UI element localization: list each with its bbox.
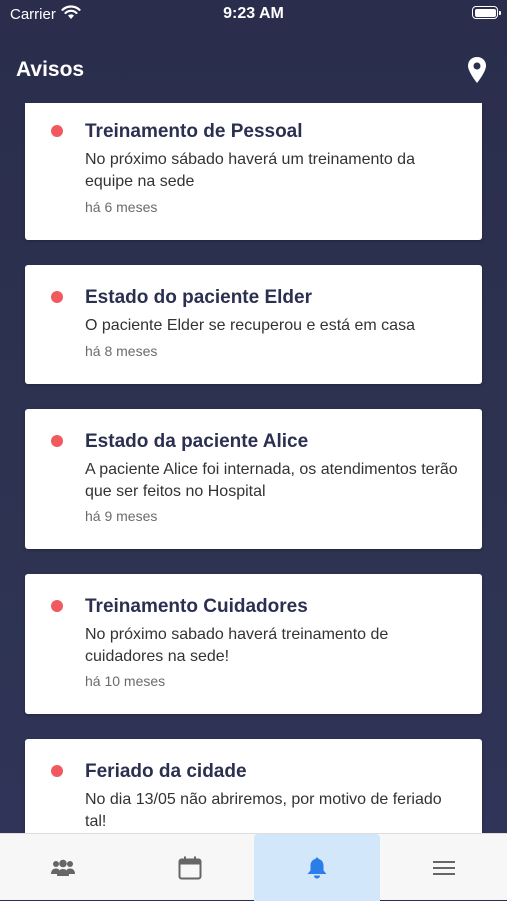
users-icon <box>51 859 75 876</box>
notice-body: O paciente Elder se recuperou e está em … <box>85 317 415 334</box>
notice-body: A paciente Alice foi internada, os atend… <box>85 461 458 500</box>
notice-body: No dia 13/05 não abriremos, por motivo d… <box>85 791 442 830</box>
calendar-icon <box>178 856 202 879</box>
notice-list[interactable]: Treinamento de Pessoal No próximo sábado… <box>0 103 507 833</box>
notice-body: No próximo sábado haverá um treinamento … <box>85 151 415 190</box>
location-pin-icon[interactable] <box>467 56 487 84</box>
notice-card[interactable]: Treinamento de Pessoal No próximo sábado… <box>25 103 482 240</box>
unread-dot <box>51 600 63 612</box>
notice-title: Treinamento de Pessoal <box>85 121 303 142</box>
notice-title: Estado da paciente Alice <box>85 431 309 452</box>
tab-menu[interactable] <box>381 834 507 901</box>
unread-dot <box>51 125 63 137</box>
notice-time: há 8 meses <box>85 343 158 359</box>
unread-dot <box>51 435 63 447</box>
tab-bar <box>0 833 507 901</box>
notice-card[interactable]: Feriado da cidade No dia 13/05 não abrir… <box>25 739 482 833</box>
battery-icon <box>472 6 501 19</box>
notice-title: Feriado da cidade <box>85 761 247 782</box>
tab-notifications[interactable] <box>254 834 380 901</box>
status-bar: Carrier 9:23 AM <box>0 0 507 30</box>
notice-card[interactable]: Estado da paciente Alice A paciente Alic… <box>25 409 482 549</box>
tab-users[interactable] <box>0 834 126 901</box>
notice-card[interactable]: Treinamento Cuidadores No próximo sabado… <box>25 574 482 714</box>
notice-body: No próximo sabado haverá treinamento de … <box>85 626 389 665</box>
notice-title: Treinamento Cuidadores <box>85 596 308 617</box>
unread-dot <box>51 291 63 303</box>
notice-card[interactable]: Estado do paciente Elder O paciente Elde… <box>25 265 482 384</box>
bell-icon <box>307 857 327 878</box>
screen: Carrier 9:23 AM Avisos Treinamento de Pe… <box>0 0 507 901</box>
notice-title: Estado do paciente Elder <box>85 287 312 308</box>
unread-dot <box>51 765 63 777</box>
notice-time: há 9 meses <box>85 508 158 524</box>
notice-time: há 6 meses <box>85 199 158 215</box>
menu-icon <box>433 860 455 875</box>
page-title: Avisos <box>16 58 85 81</box>
header: Avisos <box>0 50 507 94</box>
notice-time: há 10 meses <box>85 673 166 689</box>
status-time: 9:23 AM <box>223 5 284 22</box>
tab-calendar[interactable] <box>127 834 253 901</box>
